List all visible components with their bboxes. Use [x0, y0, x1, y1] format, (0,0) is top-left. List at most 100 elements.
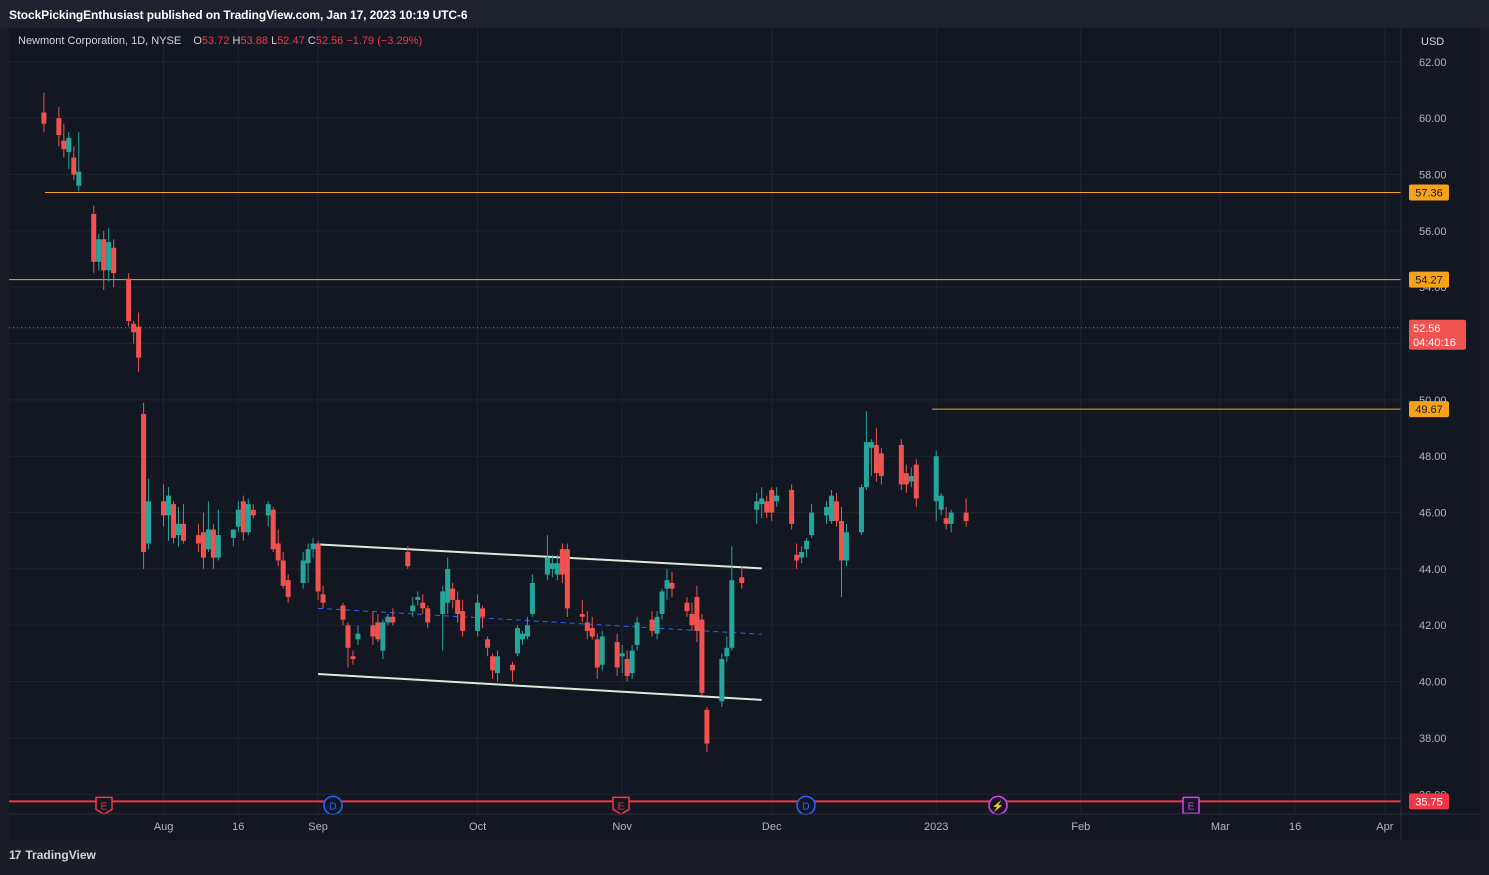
- candle: [300, 552, 306, 589]
- candle-body: [385, 616, 391, 623]
- candle: [699, 613, 705, 696]
- candle: [161, 484, 167, 527]
- candle-body: [280, 560, 286, 586]
- candle-body: [320, 594, 326, 603]
- candle-body: [614, 642, 620, 668]
- candle-body: [126, 278, 132, 321]
- candle: [754, 492, 760, 524]
- candle: [315, 540, 321, 600]
- candle-body: [405, 552, 411, 567]
- candle: [878, 447, 884, 485]
- candle: [420, 594, 426, 614]
- event-marker-label: E: [618, 801, 625, 812]
- candle-body: [824, 506, 830, 516]
- candle-body: [375, 622, 381, 640]
- candle: [285, 574, 291, 603]
- candle: [106, 228, 112, 282]
- candle: [265, 501, 271, 527]
- candle: [180, 504, 186, 544]
- candle-body: [564, 549, 570, 609]
- candle: [205, 501, 211, 552]
- candle: [938, 492, 944, 516]
- candle: [56, 106, 62, 147]
- candle-body: [554, 563, 560, 575]
- candle-body: [455, 599, 461, 614]
- candle: [380, 619, 386, 660]
- candle-body: [699, 619, 705, 693]
- candle-body: [514, 628, 520, 654]
- candle-body: [584, 622, 590, 631]
- candle-body: [519, 633, 525, 640]
- candle-body: [390, 616, 396, 623]
- candle-body: [265, 504, 271, 516]
- candle: [91, 205, 97, 274]
- candle-body: [370, 625, 376, 637]
- chart-frame[interactable]: E D E D ⚡ E USD62.0060.0058.0056.0054.0052.00…: [9, 28, 1480, 840]
- candlestick-chart[interactable]: EDED⚡E USD62.0060.0058.0056.0054.0052.00…: [9, 28, 1480, 840]
- candle: [519, 630, 525, 645]
- candle-body: [963, 512, 969, 522]
- y-tick-label: 62.00: [1419, 57, 1447, 69]
- legend-high-value: 53.88: [240, 35, 268, 47]
- candle-body: [769, 490, 775, 513]
- candle: [789, 484, 795, 530]
- candle-body: [450, 588, 456, 600]
- candle-body: [410, 605, 416, 612]
- candle: [619, 644, 625, 674]
- candle-body: [230, 529, 236, 538]
- candle-body: [948, 512, 954, 524]
- event-marker-earnings: E: [612, 796, 630, 816]
- candle-body: [415, 597, 421, 600]
- x-tick-label: Oct: [469, 821, 486, 833]
- candle: [634, 616, 640, 651]
- candle-body: [903, 473, 909, 485]
- candle-body: [310, 543, 316, 550]
- candle-body: [649, 619, 655, 631]
- candle: [794, 543, 800, 569]
- candle-body: [764, 501, 770, 513]
- candle-body: [56, 118, 62, 136]
- candle: [71, 146, 77, 181]
- candle-body: [509, 664, 515, 671]
- level-label: 54.27: [1415, 275, 1443, 287]
- candle-body: [195, 535, 201, 544]
- y-tick-label: 44.00: [1419, 564, 1447, 576]
- x-tick-label: Mar: [1211, 821, 1230, 833]
- candle: [948, 509, 954, 533]
- candle: [475, 594, 481, 637]
- candle-body: [898, 444, 904, 485]
- candle: [250, 504, 256, 519]
- candle: [829, 490, 835, 524]
- x-tick-label: Sep: [308, 821, 328, 833]
- x-tick-label: Aug: [154, 821, 174, 833]
- candle-body: [829, 495, 835, 522]
- candle: [863, 411, 869, 491]
- candle: [764, 495, 770, 519]
- x-tick-label: 16: [232, 821, 244, 833]
- candle-body: [350, 656, 356, 660]
- candle: [579, 599, 585, 623]
- candle-body: [61, 140, 67, 150]
- candle-body: [868, 442, 874, 448]
- y-tick-label: 46.00: [1419, 508, 1447, 520]
- candle: [460, 599, 466, 637]
- candle-body: [76, 171, 82, 186]
- candle-body: [490, 656, 496, 671]
- candle: [41, 92, 47, 133]
- candle: [549, 554, 555, 578]
- candle-body: [799, 552, 805, 558]
- countdown-label: 04:40:16: [1413, 337, 1456, 349]
- candle-body: [938, 495, 944, 510]
- candle: [943, 506, 949, 530]
- candle-body: [111, 247, 117, 274]
- x-tick-label: 2023: [924, 821, 948, 833]
- candle: [480, 605, 486, 629]
- candle-body: [475, 602, 481, 631]
- candle: [455, 591, 461, 623]
- level-label: 35.75: [1415, 796, 1443, 808]
- candle-body: [355, 633, 361, 640]
- candle: [664, 568, 670, 600]
- candle-body: [739, 577, 745, 583]
- event-marker-dividend: D: [796, 795, 816, 816]
- event-marker-earnings: E: [95, 796, 113, 816]
